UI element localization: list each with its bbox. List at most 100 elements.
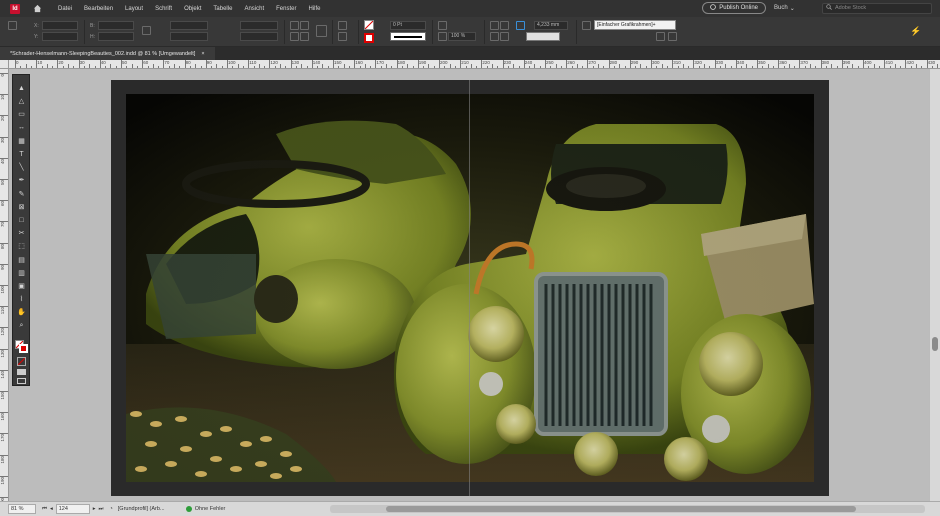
- fill-stroke-proxy[interactable]: [15, 340, 28, 353]
- rotate-ccw-icon[interactable]: [300, 21, 309, 30]
- zoom-field[interactable]: 81 %: [8, 504, 36, 514]
- apply-none-icon[interactable]: [17, 357, 26, 366]
- vertical-ruler[interactable]: 0 10 20 30 40 50 60 70 80 90 100 110 120 130 140 150 160…: [0, 69, 9, 501]
- fit-content-icon[interactable]: [490, 21, 499, 30]
- text-wrap-icon[interactable]: [316, 25, 327, 37]
- menu-object[interactable]: Objekt: [178, 6, 207, 12]
- eyedropper-tool-icon[interactable]: ⌇: [16, 294, 27, 304]
- width-field[interactable]: [98, 21, 134, 30]
- ruler-minor-tick: [264, 66, 266, 68]
- preflight-status-label[interactable]: Ohne Fehler: [195, 506, 226, 512]
- menu-edit[interactable]: Bearbeiten: [78, 6, 119, 12]
- horizontal-ruler[interactable]: 0 10 20 30 40 50 60 70 80 90 100 110 120 130 140 150 160…: [9, 60, 940, 69]
- close-icon[interactable]: ×: [201, 51, 204, 57]
- new-style-icon[interactable]: [668, 32, 677, 41]
- pen-tool-icon[interactable]: ✒: [16, 175, 27, 185]
- vertical-scroll-thumb[interactable]: [932, 337, 938, 351]
- menu-help[interactable]: Hilfe: [302, 6, 326, 12]
- scissors-tool-icon[interactable]: ✂: [16, 228, 27, 238]
- menu-view[interactable]: Ansicht: [238, 6, 270, 12]
- rotation-field[interactable]: [240, 21, 278, 30]
- normal-mode-icon[interactable]: [17, 369, 26, 375]
- note-tool-icon[interactable]: ▣: [16, 281, 27, 291]
- x-field[interactable]: [42, 21, 78, 30]
- publish-online-button[interactable]: Publish Online: [702, 2, 766, 14]
- preflight-profile[interactable]: [Grundprofil] (Arb...: [116, 504, 178, 514]
- screen-mode-icon[interactable]: [17, 378, 26, 384]
- menu-table[interactable]: Tabelle: [207, 6, 238, 12]
- shear-field[interactable]: [240, 32, 278, 41]
- ruler-minor-tick: [624, 66, 626, 68]
- ruler-minor-tick: [195, 64, 197, 68]
- flip-vertical-icon[interactable]: [300, 32, 309, 41]
- fill-swatch[interactable]: [364, 20, 374, 30]
- menu-file[interactable]: Datei: [52, 6, 78, 12]
- ruler-minor-tick: [534, 64, 536, 68]
- hand-tool-icon[interactable]: ✋: [16, 307, 27, 317]
- ruler-minor-tick: [656, 66, 658, 68]
- lightning-icon[interactable]: ⚡: [910, 26, 921, 38]
- menu-window[interactable]: Fenster: [270, 6, 302, 12]
- flip-horizontal-icon[interactable]: [290, 32, 299, 41]
- constrain-proportions-icon[interactable]: [142, 26, 151, 35]
- page-tool-icon[interactable]: ▭: [16, 109, 27, 119]
- last-page-icon[interactable]: ⏭: [98, 506, 103, 513]
- horizontal-scrollbar[interactable]: [330, 505, 925, 513]
- color-swatch-field[interactable]: [526, 32, 560, 41]
- auto-fit-icon[interactable]: [516, 21, 525, 30]
- vertical-scrollbar[interactable]: [929, 69, 940, 501]
- home-icon[interactable]: [32, 4, 42, 14]
- frame-fitting-icon[interactable]: [582, 21, 591, 30]
- stroke-type-select[interactable]: [390, 32, 426, 41]
- first-page-icon[interactable]: ⏮: [42, 506, 47, 513]
- gradient-swatch-tool-icon[interactable]: ▤: [16, 255, 27, 265]
- prev-page-icon[interactable]: ◂: [50, 506, 53, 512]
- stroke-weight-field[interactable]: 0 Pt: [390, 21, 426, 30]
- open-document-icon[interactable]: ◔: [109, 506, 112, 512]
- zoom-tool-icon[interactable]: ⌕: [16, 321, 27, 331]
- ruler-label: 430: [927, 60, 936, 65]
- line-tool-icon[interactable]: ╲: [16, 162, 27, 172]
- drop-shadow-icon[interactable]: [438, 21, 447, 30]
- rectangle-frame-tool-icon[interactable]: ⊠: [16, 202, 27, 212]
- workspace-switcher[interactable]: Buch ⌄: [774, 5, 814, 12]
- stroke-swatch[interactable]: [364, 33, 374, 43]
- ruler-label: 40: [0, 158, 5, 164]
- horizontal-scroll-thumb[interactable]: [386, 506, 856, 512]
- rotate-cw-icon[interactable]: [290, 21, 299, 30]
- direct-selection-tool-icon[interactable]: △: [16, 96, 27, 106]
- object-style-select[interactable]: [Einfacher Grafikrahmen]+: [594, 20, 676, 30]
- content-collector-icon[interactable]: ▦: [16, 136, 27, 146]
- adobe-stock-search[interactable]: Adobe Stock: [822, 2, 932, 14]
- gradient-feather-tool-icon[interactable]: ▥: [16, 268, 27, 278]
- ruler-origin[interactable]: [0, 60, 9, 69]
- reference-point-icon[interactable]: [8, 21, 17, 30]
- next-page-icon[interactable]: ▸: [93, 506, 96, 512]
- center-content-icon[interactable]: [500, 32, 509, 41]
- select-container-icon[interactable]: [338, 21, 347, 30]
- fit-frame-icon[interactable]: [500, 21, 509, 30]
- document-tab[interactable]: *Schrader-Henselmann-SleepingBeauties_00…: [0, 47, 215, 60]
- effects-icon[interactable]: [438, 32, 447, 41]
- ruler-minor-tick: [640, 64, 642, 68]
- scale-y-field[interactable]: [170, 32, 208, 41]
- pencil-tool-icon[interactable]: ✎: [16, 189, 27, 199]
- free-transform-tool-icon[interactable]: ⬚: [16, 241, 27, 251]
- scale-x-field[interactable]: [170, 21, 208, 30]
- clear-overrides-icon[interactable]: [656, 32, 665, 41]
- rectangle-tool-icon[interactable]: □: [16, 215, 27, 225]
- fill-proportionally-icon[interactable]: [490, 32, 499, 41]
- page-field[interactable]: 124: [55, 504, 90, 514]
- menu-type[interactable]: Schrift: [149, 6, 178, 12]
- dimension-field[interactable]: 4,233 mm: [534, 21, 568, 30]
- height-field[interactable]: [98, 32, 134, 41]
- placed-image-frame[interactable]: [126, 94, 814, 482]
- select-content-icon[interactable]: [338, 32, 347, 41]
- ruler-minor-tick: [433, 66, 435, 68]
- type-tool-icon[interactable]: T: [16, 149, 27, 159]
- menu-layout[interactable]: Layout: [119, 6, 149, 12]
- selection-tool-icon[interactable]: ▲: [16, 83, 27, 93]
- gap-tool-icon[interactable]: ↔: [16, 123, 27, 133]
- y-field[interactable]: [42, 32, 78, 41]
- opacity-field[interactable]: 100 %: [448, 32, 476, 41]
